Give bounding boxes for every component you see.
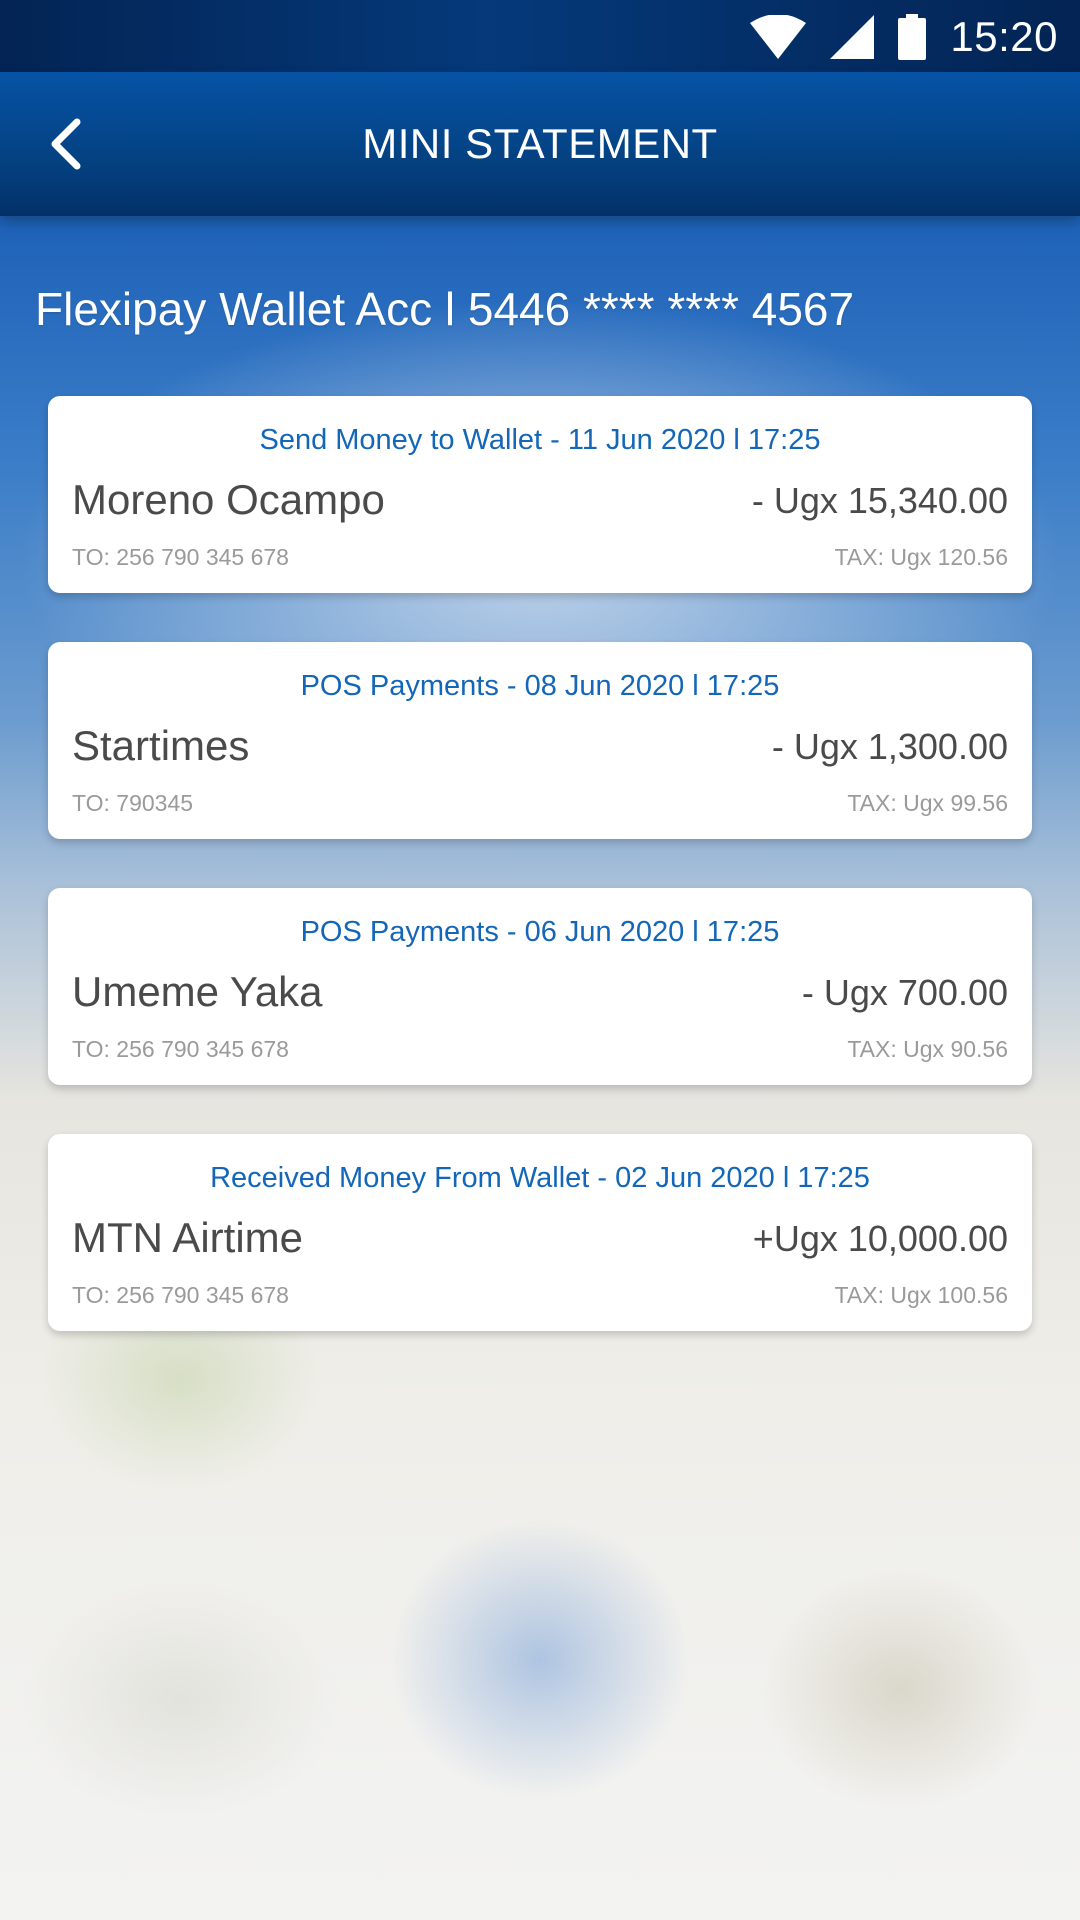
- transaction-card[interactable]: POS Payments - 08 Jun 2020 l 17:25 Start…: [48, 642, 1032, 839]
- transaction-recipient: TO: 790345: [72, 790, 194, 816]
- status-bar: 15:20: [0, 0, 1080, 72]
- transaction-name: Startimes: [72, 722, 250, 769]
- transaction-name: MTN Airtime: [72, 1214, 303, 1261]
- transaction-header: POS Payments - 08 Jun 2020 l 17:25: [300, 670, 780, 702]
- transaction-header: POS Payments - 06 Jun 2020 l 17:25: [300, 916, 780, 948]
- transaction-name: Moreno Ocampo: [72, 476, 385, 523]
- transaction-name: Umeme Yaka: [72, 968, 323, 1015]
- transaction-amount: - Ugx 1,300.00: [771, 726, 1008, 767]
- battery-icon: [898, 14, 927, 60]
- transaction-amount: - Ugx 700.00: [801, 972, 1008, 1013]
- status-time: 15:20: [950, 13, 1058, 60]
- transaction-recipient: TO: 256 790 345 678: [72, 544, 289, 570]
- transaction-tax: TAX: Ugx 99.56: [847, 790, 1008, 816]
- transaction-card[interactable]: POS Payments - 06 Jun 2020 l 17:25 Umeme…: [48, 888, 1032, 1085]
- page-title: MINI STATEMENT: [362, 120, 718, 167]
- transaction-tax: TAX: Ugx 100.56: [834, 1282, 1008, 1308]
- transaction-header: Received Money From Wallet - 02 Jun 2020…: [210, 1162, 870, 1194]
- transaction-list: Send Money to Wallet - 11 Jun 2020 l 17:…: [48, 396, 1032, 1380]
- app-bar: MINI STATEMENT: [0, 72, 1080, 216]
- transaction-card[interactable]: Received Money From Wallet - 02 Jun 2020…: [48, 1134, 1032, 1331]
- status-icons: 15:20: [750, 12, 1058, 62]
- transaction-recipient: TO: 256 790 345 678: [72, 1282, 289, 1308]
- transaction-tax: TAX: Ugx 90.56: [847, 1036, 1008, 1062]
- transaction-amount: +Ugx 10,000.00: [752, 1218, 1008, 1259]
- transaction-recipient: TO: 256 790 345 678: [72, 1036, 289, 1062]
- account-label: Flexipay Wallet Acc l 5446 **** **** 456…: [35, 283, 855, 335]
- transaction-card[interactable]: Send Money to Wallet - 11 Jun 2020 l 17:…: [48, 396, 1032, 593]
- cellular-signal-icon: [830, 15, 875, 59]
- transaction-amount: - Ugx 15,340.00: [751, 480, 1008, 521]
- transaction-tax: TAX: Ugx 120.56: [834, 544, 1008, 570]
- transaction-header: Send Money to Wallet - 11 Jun 2020 l 17:…: [259, 424, 821, 456]
- wifi-icon: [750, 15, 807, 59]
